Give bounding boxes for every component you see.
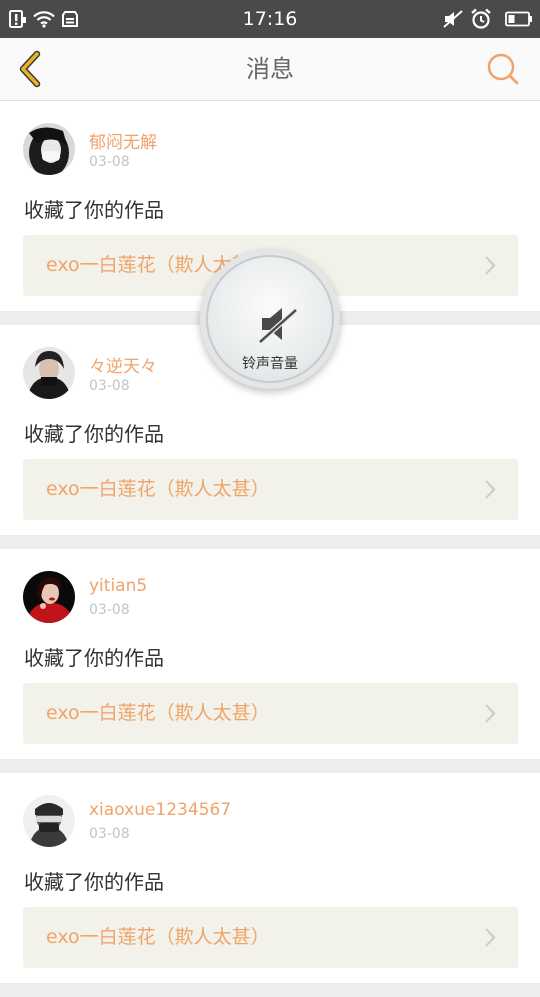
message-card: xiaoxue1234567 03-08 收藏了你的作品 exo一白莲花（欺人太… — [0, 773, 540, 983]
username[interactable]: yitian5 — [89, 576, 147, 596]
action-text: 收藏了你的作品 — [24, 422, 164, 446]
username[interactable]: xiaoxue1234567 — [89, 800, 231, 820]
chevron-right-icon — [485, 480, 496, 499]
chevron-right-icon — [485, 256, 496, 275]
work-title: exo一白莲花（欺人太甚） — [46, 702, 270, 724]
username[interactable]: 々逆天々 — [89, 352, 157, 377]
speaker-muted-icon — [258, 308, 298, 344]
status-bar: 17:16 — [0, 0, 540, 38]
nav-bar: 消息 — [0, 38, 540, 101]
work-link[interactable]: exo一白莲花（欺人太甚） — [23, 459, 518, 520]
battery-icon — [504, 0, 534, 38]
chevron-right-icon — [485, 704, 496, 723]
message-card: yitian5 03-08 收藏了你的作品 exo一白莲花（欺人太甚） — [0, 549, 540, 759]
mute-icon — [441, 0, 465, 38]
action-text: 收藏了你的作品 — [24, 870, 164, 894]
page-title: 消息 — [246, 55, 294, 83]
avatar[interactable] — [23, 123, 75, 175]
search-button[interactable] — [484, 50, 522, 88]
action-text: 收藏了你的作品 — [24, 198, 164, 222]
avatar[interactable] — [23, 347, 75, 399]
volume-label: 铃声音量 — [242, 356, 298, 372]
search-icon — [487, 53, 519, 85]
alarm-icon — [468, 0, 494, 38]
work-link[interactable]: exo一白莲花（欺人太甚） — [23, 907, 518, 968]
message-date: 03-08 — [89, 378, 130, 394]
avatar[interactable] — [23, 795, 75, 847]
volume-toast-face: 铃声音量 — [206, 255, 334, 383]
action-text: 收藏了你的作品 — [24, 646, 164, 670]
message-date: 03-08 — [89, 154, 130, 170]
work-title: exo一白莲花（欺人太甚） — [46, 478, 270, 500]
chevron-right-icon — [485, 928, 496, 947]
work-title: exo一白莲花（欺人太甚） — [46, 926, 270, 948]
username[interactable]: 郁闷无解 — [89, 128, 157, 153]
message-list: 郁闷无解 03-08 收藏了你的作品 exo一白莲花（欺人太甚） 々逆天々 03… — [0, 101, 540, 997]
volume-toast: 铃声音量 — [200, 249, 340, 389]
work-link[interactable]: exo一白莲花（欺人太甚） — [23, 683, 518, 744]
message-date: 03-08 — [89, 826, 130, 842]
message-date: 03-08 — [89, 602, 130, 618]
avatar[interactable] — [23, 571, 75, 623]
